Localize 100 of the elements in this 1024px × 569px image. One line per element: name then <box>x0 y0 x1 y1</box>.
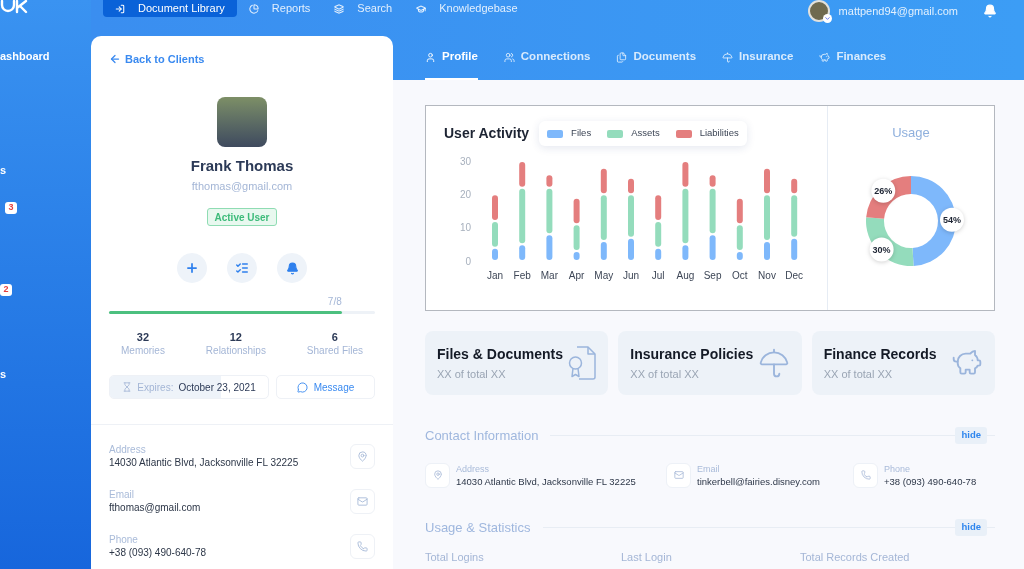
hide-button[interactable]: hide <box>955 427 987 444</box>
back-link[interactable]: Back to Clients <box>109 52 205 66</box>
umbrella-icon <box>722 51 734 63</box>
contact-value: fthomas@gmail.com <box>109 501 201 515</box>
stat-heading: Total Logins <box>425 551 484 563</box>
summary-card[interactable]: Files & Documents XX of total XX <box>425 331 609 395</box>
slice-label: 26% <box>871 178 896 203</box>
document-badge-icon <box>568 346 597 380</box>
sidebar-item[interactable]: ashboard <box>0 46 50 66</box>
nav-tab[interactable]: Reports <box>236 0 323 17</box>
chart-title: User Activity <box>444 124 530 143</box>
notify-button[interactable] <box>277 253 307 283</box>
people-icon <box>503 51 515 63</box>
axis-label: Jan <box>486 270 504 281</box>
hide-button[interactable]: hide <box>955 519 987 536</box>
caret-icon <box>822 14 832 23</box>
logo-icon <box>0 0 28 14</box>
axis-label: Apr <box>568 270 585 281</box>
stat-heading: Total Records Created <box>800 551 910 563</box>
pie-chart-icon <box>248 3 259 14</box>
tab[interactable]: Connections <box>503 36 591 80</box>
bell-icon <box>285 261 299 275</box>
contact-value: +38 (093) 490-640-78 <box>109 546 207 560</box>
chat-bubble-icon <box>296 381 308 393</box>
checklist-button[interactable] <box>227 253 257 283</box>
phone-icon <box>853 462 878 488</box>
hourglass-icon <box>122 382 133 392</box>
contact-label: Email <box>109 488 135 501</box>
client-name: Frank Thomas <box>190 157 294 175</box>
summary-card[interactable]: Finance Records XX of total XX <box>811 331 995 395</box>
legend-label: Assets <box>631 126 660 141</box>
stat-value: 32 <box>136 330 150 344</box>
expiry-label: Expires: <box>137 380 174 395</box>
axis-label: Nov <box>758 270 776 281</box>
contact-label: Phone <box>884 462 912 475</box>
legend-label: Files <box>571 126 592 141</box>
axis-label: Mar <box>540 270 558 281</box>
login-icon <box>115 3 125 14</box>
umbrella-icon <box>757 347 790 379</box>
contact-value: tinkerbell@fairies.disney.com <box>697 474 820 488</box>
stat-label: Shared Files <box>306 344 363 357</box>
axis-label: Sep <box>703 270 722 281</box>
axis-tick-label: 0 <box>465 255 471 267</box>
checklist-icon <box>235 261 249 275</box>
contact-label: Address <box>456 462 491 475</box>
axis-label: Oct <box>732 270 748 281</box>
contact-label: Email <box>697 462 721 475</box>
data-label: 30% <box>872 244 891 255</box>
plus-icon <box>185 261 199 275</box>
card-title: Insurance Policies <box>630 345 754 363</box>
nav-tab[interactable]: Search <box>322 0 405 17</box>
slice-label: 30% <box>869 237 894 262</box>
tab[interactable]: Documents <box>616 36 697 80</box>
nav-tab[interactable]: Document Library <box>103 0 237 17</box>
notification-count: 3 <box>5 202 17 214</box>
axis-label: Dec <box>785 270 804 281</box>
avatar[interactable] <box>807 0 830 22</box>
bar-segment <box>492 195 498 220</box>
map-pin-icon <box>350 444 375 469</box>
piggy-bank-icon <box>819 51 831 63</box>
contact-value: 14030 Atlantic Blvd, Jacksonville FL 32225 <box>109 456 299 470</box>
message-button[interactable]: Message <box>276 375 375 399</box>
axis-tick-label: 20 <box>459 188 471 200</box>
user-email[interactable]: mattpend94@gmail.com <box>838 2 958 20</box>
axis-label: Feb <box>513 270 531 281</box>
contact-label: Phone <box>109 533 139 546</box>
phone-icon <box>350 534 375 559</box>
mail-icon <box>350 489 375 514</box>
layers-icon <box>334 3 345 14</box>
client-email: fthomas@gmail.com <box>191 180 293 193</box>
nav-tab[interactable]: Knowledgebase <box>404 0 530 17</box>
axis-label: Jun <box>622 270 640 281</box>
graduation-cap-icon <box>416 3 427 14</box>
user-icon <box>425 51 436 63</box>
stat-value: 12 <box>229 330 242 344</box>
axis-tick-label: 10 <box>459 222 471 234</box>
bar-segment <box>573 252 580 260</box>
bar-segment <box>655 195 662 220</box>
card-title: Files & Documents <box>437 345 564 363</box>
stat-label: Relationships <box>205 344 266 357</box>
data-label: 54% <box>942 215 961 226</box>
map-pin-icon <box>425 462 450 488</box>
contact-value: 14030 Atlantic Blvd, Jacksonville FL 32225 <box>456 474 636 488</box>
bar-segment <box>736 252 743 260</box>
progress-reading: 7/8 <box>327 295 342 308</box>
bar-segment <box>764 242 770 260</box>
sidebar-item[interactable]: s <box>0 364 7 384</box>
tab[interactable]: Insurance <box>722 36 794 80</box>
expiry-date: October 23, 2021 <box>178 380 256 395</box>
stat-heading: Last Login <box>621 551 672 563</box>
summary-card[interactable]: Insurance Policies XX of total XX <box>618 331 802 395</box>
sidebar-item[interactable]: s <box>0 160 7 180</box>
tab[interactable]: Finances <box>819 36 887 80</box>
status-badge: Active User <box>207 208 277 226</box>
add-button[interactable] <box>177 253 207 283</box>
slice-label: 54% <box>940 207 964 232</box>
documents-icon <box>616 51 628 63</box>
bell-icon[interactable] <box>983 4 997 18</box>
arrow-left-icon <box>109 53 121 65</box>
photo-placeholder <box>217 97 267 147</box>
